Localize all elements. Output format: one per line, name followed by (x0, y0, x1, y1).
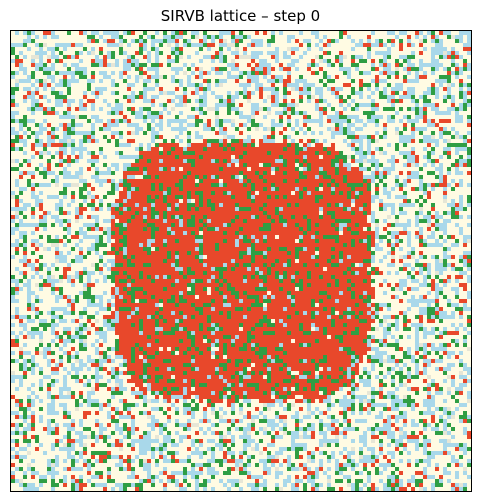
chart-title: SIRVB lattice – step 0 (160, 7, 321, 25)
figure: SIRVB lattice – step 0 (0, 0, 481, 502)
plot-area (10, 30, 472, 492)
lattice-heatmap (11, 31, 471, 491)
